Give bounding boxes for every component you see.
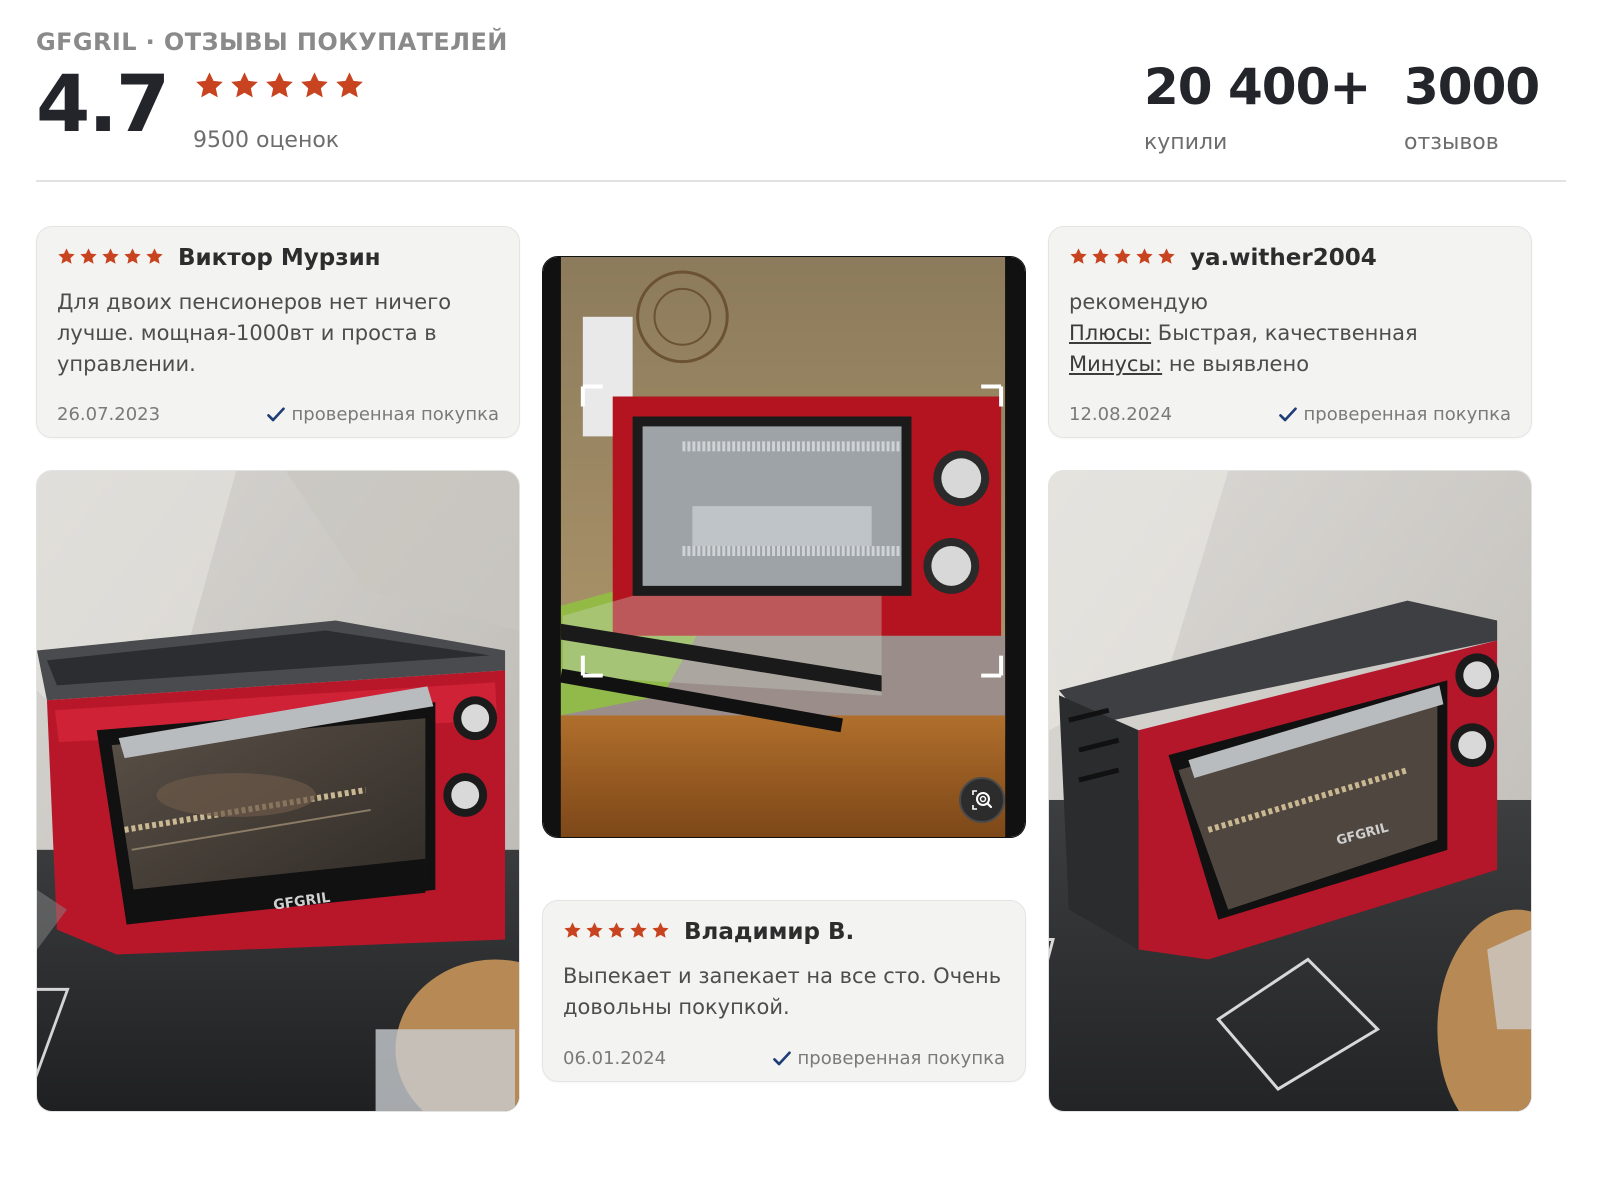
review-author: ya.wither2004 <box>1190 245 1377 271</box>
review-photo[interactable]: GFGRIL <box>1048 470 1532 1112</box>
review-summary: рекомендую <box>1069 290 1208 314</box>
review-card[interactable]: Виктор Мурзин Для двоих пенсионеров нет … <box>36 226 520 438</box>
rating-count: 9500 оценок <box>193 128 340 153</box>
review-text: рекомендую Плюсы: Быстрая, качественная … <box>1069 287 1513 380</box>
review-stars <box>563 921 670 940</box>
star-icon <box>1069 247 1088 266</box>
zoom-search-button[interactable] <box>959 777 1005 823</box>
star-icon <box>264 70 295 101</box>
stat-bought-value: 20 400+ <box>1144 58 1371 116</box>
stat-bought: 20 400+ купили <box>1144 58 1371 155</box>
oven-photo-image: GFGRIL <box>37 471 519 1111</box>
review-stars <box>1069 247 1176 266</box>
star-icon <box>607 921 626 940</box>
search-zoom-icon <box>972 790 993 810</box>
star-icon <box>563 921 582 940</box>
review-date: 06.01.2024 <box>563 1048 667 1069</box>
stat-reviews: 3000 отзывов <box>1404 58 1540 155</box>
verified-purchase: проверенная покупка <box>1278 404 1511 425</box>
check-icon <box>266 405 286 425</box>
pros-text: Быстрая, качественная <box>1157 321 1418 345</box>
review-date: 12.08.2024 <box>1069 404 1173 425</box>
star-icon <box>1157 247 1176 266</box>
average-rating: 4.7 <box>36 60 170 150</box>
star-icon <box>145 247 164 266</box>
star-icon <box>585 921 604 940</box>
review-author: Владимир В. <box>684 919 855 945</box>
check-icon <box>772 1049 792 1069</box>
verified-label: проверенная покупка <box>1303 404 1511 425</box>
verified-label: проверенная покупка <box>291 404 499 425</box>
verified-purchase: проверенная покупка <box>266 404 499 425</box>
pros-label: Плюсы: <box>1069 321 1152 345</box>
review-stars <box>57 247 164 266</box>
cons-text: не выявлено <box>1168 352 1310 376</box>
star-icon <box>101 247 120 266</box>
star-icon <box>334 70 365 101</box>
review-author: Виктор Мурзин <box>178 245 381 271</box>
verified-label: проверенная покупка <box>797 1048 1005 1069</box>
star-icon <box>629 921 648 940</box>
review-card[interactable]: ya.wither2004 рекомендую Плюсы: Быстрая,… <box>1048 226 1532 438</box>
stat-reviews-value: 3000 <box>1404 58 1540 116</box>
star-icon <box>651 921 670 940</box>
stat-reviews-label: отзывов <box>1404 130 1499 155</box>
star-icon <box>299 70 330 101</box>
header-divider <box>36 180 1566 182</box>
star-icon <box>1135 247 1154 266</box>
verified-purchase: проверенная покупка <box>772 1048 1005 1069</box>
star-icon <box>57 247 76 266</box>
review-date: 26.07.2023 <box>57 404 161 425</box>
review-card[interactable]: Владимир В. Выпекает и запекает на все с… <box>542 900 1026 1082</box>
stat-bought-label: купили <box>1144 130 1228 155</box>
rating-header: GFGRIL · ОТЗЫВЫ ПОКУПАТЕЛЕЙ 4.7 9500 оце… <box>36 22 1566 182</box>
review-pros: Плюсы: Быстрая, качественная <box>1069 318 1513 349</box>
star-icon <box>1113 247 1132 266</box>
review-photo[interactable]: GFGRIL <box>36 470 520 1112</box>
oven-photo-image <box>543 257 1025 837</box>
star-icon <box>229 70 260 101</box>
section-title: GFGRIL · ОТЗЫВЫ ПОКУПАТЕЛЕЙ <box>36 28 508 56</box>
review-text: Выпекает и запекает на все сто. Очень до… <box>563 964 1002 1019</box>
star-icon <box>1091 247 1110 266</box>
oven-photo-image: GFGRIL <box>1049 471 1531 1111</box>
review-photo[interactable] <box>542 256 1026 838</box>
review-cons: Минусы: не выявлено <box>1069 349 1513 380</box>
star-icon <box>79 247 98 266</box>
review-text: Для двоих пенсионеров нет ничего лучше. … <box>57 290 452 376</box>
star-icon <box>123 247 142 266</box>
check-icon <box>1278 405 1298 425</box>
average-stars <box>194 70 365 101</box>
cons-label: Минусы: <box>1069 352 1163 376</box>
star-icon <box>194 70 225 101</box>
